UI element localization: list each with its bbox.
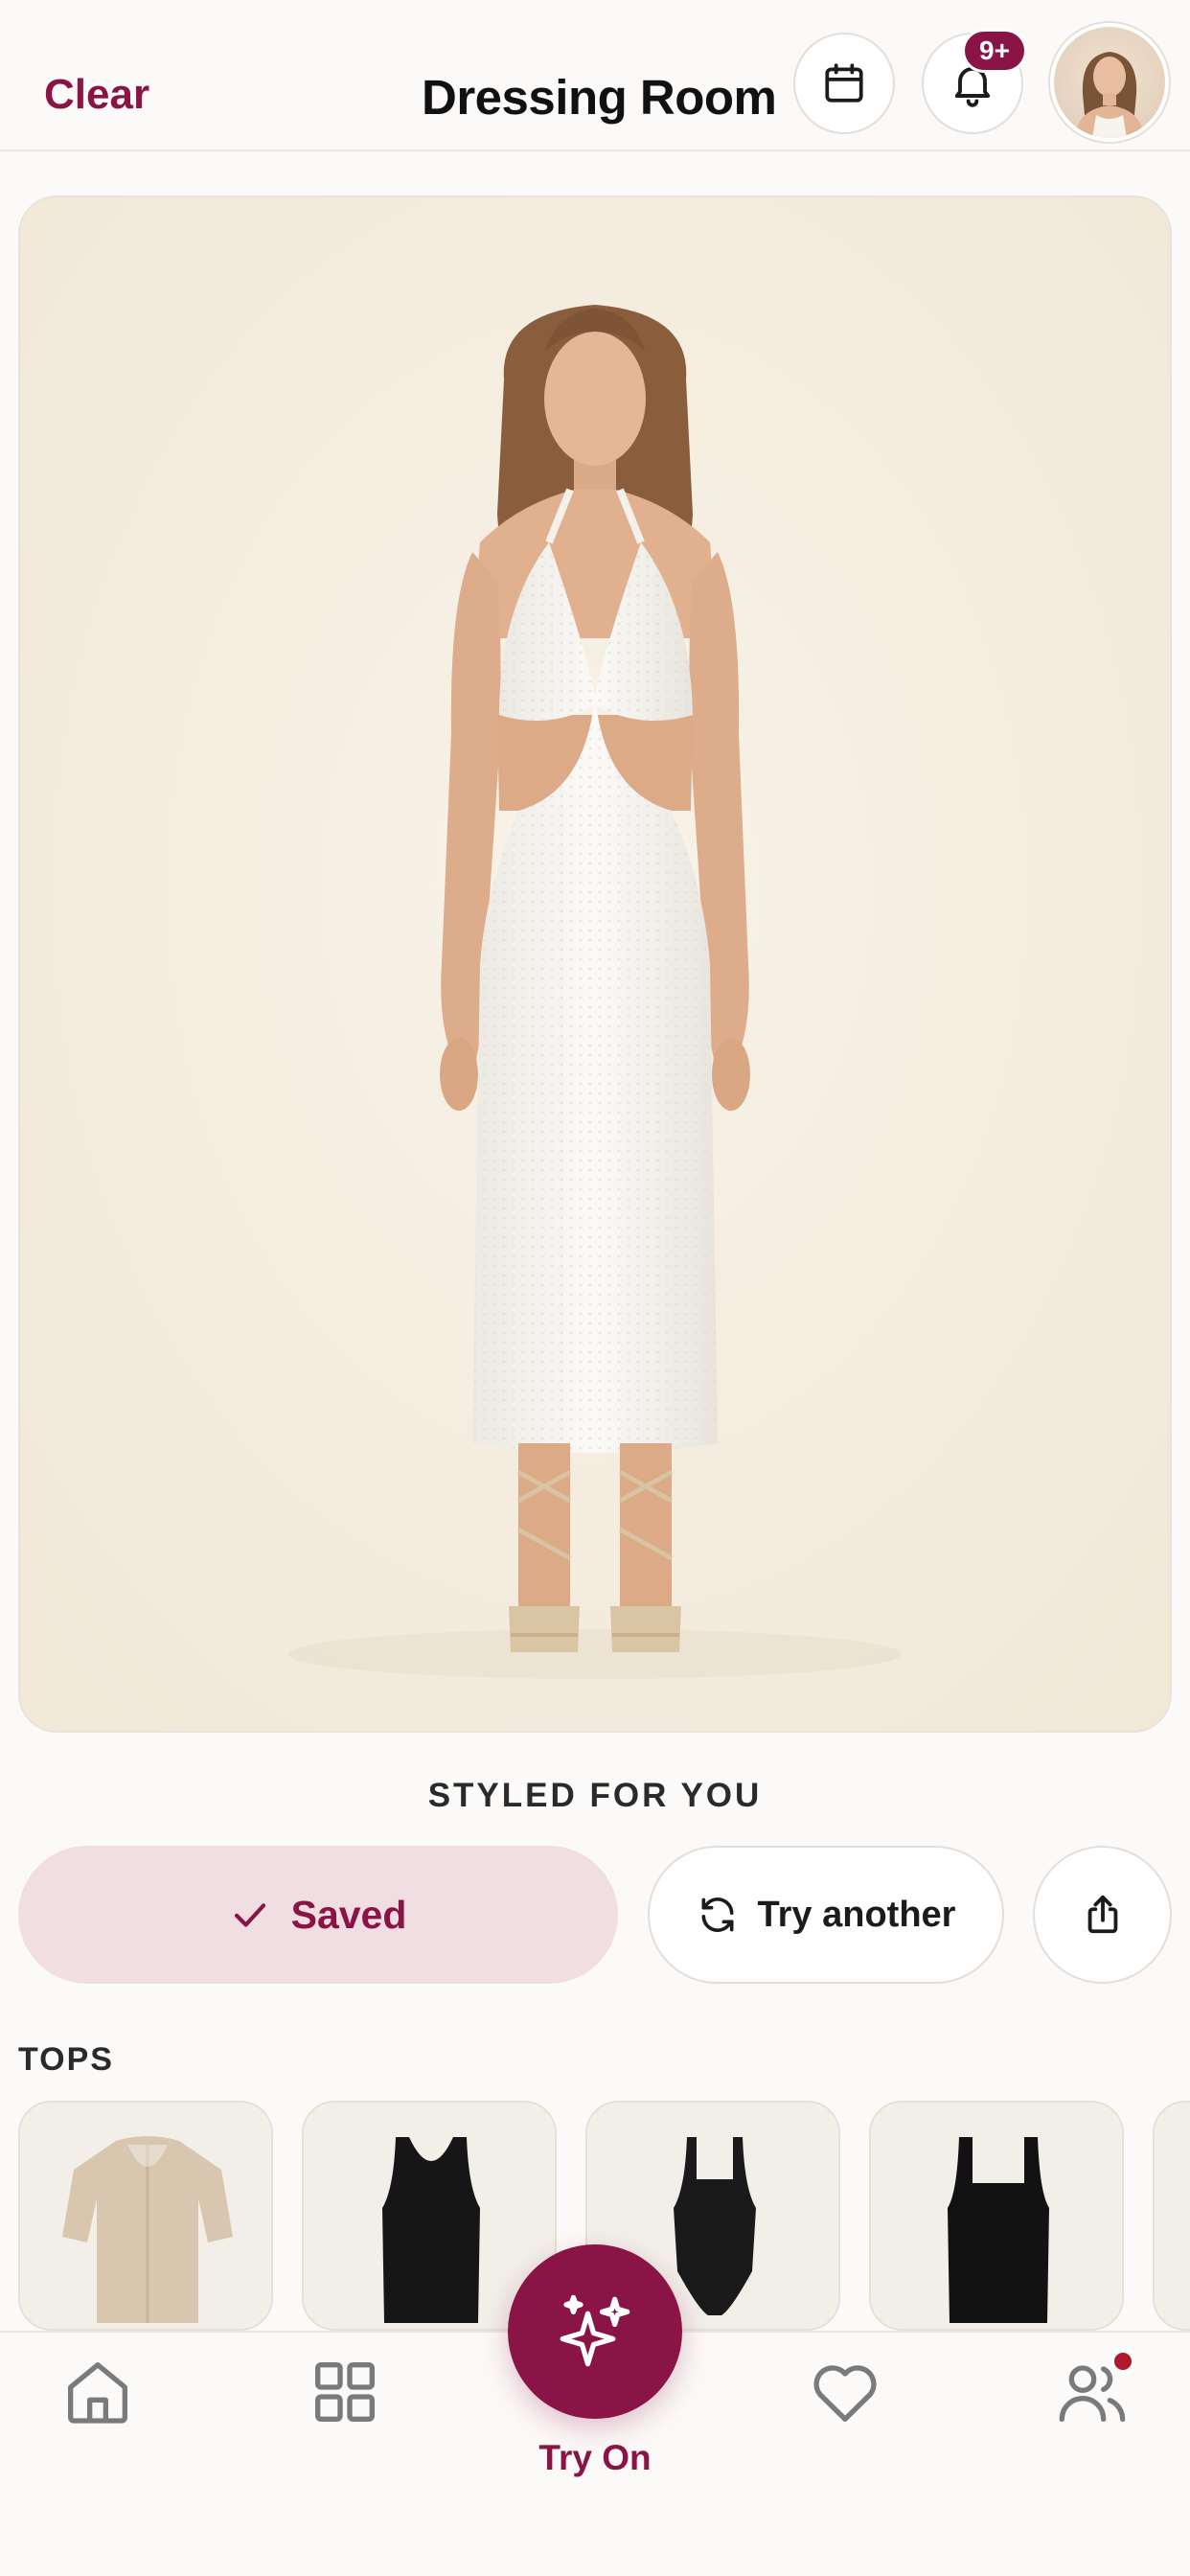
avatar[interactable] [1050,23,1169,142]
top-card-beige-cardigan[interactable] [18,2101,273,2331]
clear-button[interactable]: Clear [44,71,149,119]
saved-label: Saved [290,1892,407,1937]
top-card-partial[interactable] [1153,2101,1190,2331]
try-on-button[interactable] [508,2244,682,2419]
try-on-label[interactable]: Try On [0,2438,1190,2478]
grid-icon[interactable] [307,2354,383,2430]
refresh-icon [701,1898,734,1932]
home-icon[interactable] [59,2354,136,2430]
styled-for-you-heading: STYLED FOR YOU [427,1777,763,1814]
share-button[interactable] [1033,1846,1172,1984]
try-another-label: Try another [757,1894,956,1935]
sparkles-icon [560,2294,630,2367]
saved-button[interactable]: Saved [18,1846,618,1984]
tops-heading: TOPS [18,2041,114,2078]
checkmark-icon [234,1903,265,1927]
friends-notification-dot [1111,2350,1134,2373]
notification-count-badge: 9+ [962,29,1027,73]
calendar-button[interactable] [793,33,895,134]
try-on-result-photo [18,196,1172,1733]
try-another-button[interactable]: Try another [648,1846,1004,1984]
square-neck-top-image [948,2137,1049,2323]
cardigan-image [62,2136,233,2323]
calendar-icon [825,63,863,103]
heart-icon[interactable] [807,2354,883,2430]
page-title: Dressing Room [422,70,777,125]
user-avatar-image [1075,52,1144,138]
share-icon [1087,1895,1117,1934]
top-card-black-square-neck-top[interactable] [869,2101,1124,2331]
model-figure [20,197,1170,1731]
